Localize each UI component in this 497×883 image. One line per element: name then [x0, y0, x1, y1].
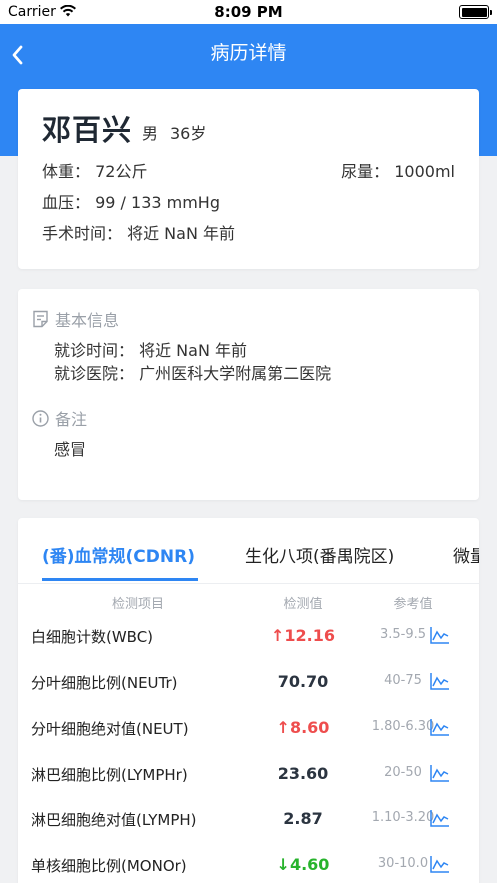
tab-trace[interactable]: 微量 [453, 542, 479, 567]
row-item-name: 淋巴细胞比例(LYMPHr) [31, 766, 188, 784]
tab-blood-routine[interactable]: (番)血常规(CDNR) [42, 542, 195, 567]
visit-hospital: 就诊医院： 广州医科大学附属第二医院 [54, 364, 332, 383]
row-value: ↑8.60 [276, 718, 330, 737]
row-reference: 20-50 [384, 765, 422, 780]
row-item-name: 白细胞计数(WBC) [31, 628, 154, 646]
row-value: 2.87 [283, 809, 323, 828]
table-row[interactable]: 单核细胞比例(MONOr) ↓4.60 30-10.0 [18, 855, 479, 883]
document-icon [33, 310, 48, 328]
row-reference: 30-10.0 [377, 856, 429, 871]
table-row[interactable]: 分叶细胞绝对值(NEUT) ↑8.60 1.80-6.30 [18, 718, 479, 764]
patient-weight: 体重： 72公斤 [42, 162, 148, 181]
row-item-name: 淋巴细胞绝对值(LYMPH) [31, 811, 197, 829]
trend-chart-icon[interactable] [430, 855, 450, 873]
basic-info-header: 基本信息 [32, 307, 119, 331]
patient-card: 邓百兴 男 36岁 体重： 72公斤 尿量： 1000ml 血压： 99 / 1… [18, 89, 479, 269]
row-item-name: 分叶细胞绝对值(NEUT) [31, 720, 189, 738]
remark-title: 备注 [55, 410, 88, 429]
lab-tabs: (番)血常规(CDNR) 生化八项(番禺院区) 微量 [18, 518, 479, 584]
patient-blood-pressure: 血压： 99 / 133 mmHg [42, 193, 220, 212]
row-value: ↑12.16 [270, 626, 335, 645]
basic-info-title: 基本信息 [55, 311, 120, 330]
patient-gender: 男 [142, 124, 159, 143]
patient-name: 邓百兴 [42, 113, 133, 147]
row-value: 70.70 [277, 672, 329, 691]
patient-age: 36岁 [170, 124, 207, 143]
status-bar: Carrier 8:09 PM [0, 0, 497, 24]
trend-chart-icon[interactable] [430, 718, 450, 736]
row-reference: 1.80-6.30 [371, 719, 435, 734]
column-value: 检测值 [283, 597, 323, 612]
patient-urine: 尿量： 1000ml [341, 162, 455, 181]
remark-header: 备注 [32, 406, 87, 430]
basic-info-card: 基本信息 就诊时间： 将近 NaN 年前 就诊医院： 广州医科大学附属第二医院 … [18, 289, 479, 500]
table-row[interactable]: 淋巴细胞比例(LYMPHr) 23.60 20-50 [18, 764, 479, 810]
active-tab-indicator [42, 578, 198, 581]
info-circle-icon [32, 409, 49, 427]
row-item-name: 分叶细胞比例(NEUTr) [31, 674, 178, 692]
row-reference: 3.5-9.5 [379, 627, 427, 642]
page-title: 病历详情 [210, 42, 287, 64]
table-row[interactable]: 分叶细胞比例(NEUTr) 70.70 40-75 [18, 672, 479, 718]
visit-time: 就诊时间： 将近 NaN 年前 [54, 341, 248, 360]
row-item-name: 单核细胞比例(MONOr) [31, 857, 187, 875]
row-value: ↓4.60 [276, 855, 330, 874]
remark-text: 感冒 [54, 440, 87, 459]
trend-chart-icon[interactable] [430, 809, 450, 827]
table-row[interactable]: 白细胞计数(WBC) ↑12.16 3.5-9.5 [18, 626, 479, 672]
patient-surgery-time: 手术时间： 将近 NaN 年前 [42, 224, 236, 243]
trend-chart-icon[interactable] [430, 672, 450, 690]
tab-biochem[interactable]: 生化八项(番禺院区) [245, 542, 394, 567]
lab-results-card: (番)血常规(CDNR) 生化八项(番禺院区) 微量 检测项目 检测值 参考值 … [18, 518, 479, 883]
trend-chart-icon[interactable] [430, 626, 450, 644]
column-reference: 参考值 [393, 597, 433, 612]
battery-icon [459, 5, 492, 19]
clock: 8:09 PM [214, 3, 283, 21]
table-row[interactable]: 淋巴细胞绝对值(LYMPH) 2.87 1.10-3.20 [18, 809, 479, 855]
trend-chart-icon[interactable] [430, 764, 450, 782]
row-reference: 1.10-3.20 [371, 810, 435, 825]
column-item: 检测项目 [111, 597, 164, 612]
row-value: 23.60 [277, 764, 329, 783]
row-reference: 40-75 [384, 673, 422, 688]
